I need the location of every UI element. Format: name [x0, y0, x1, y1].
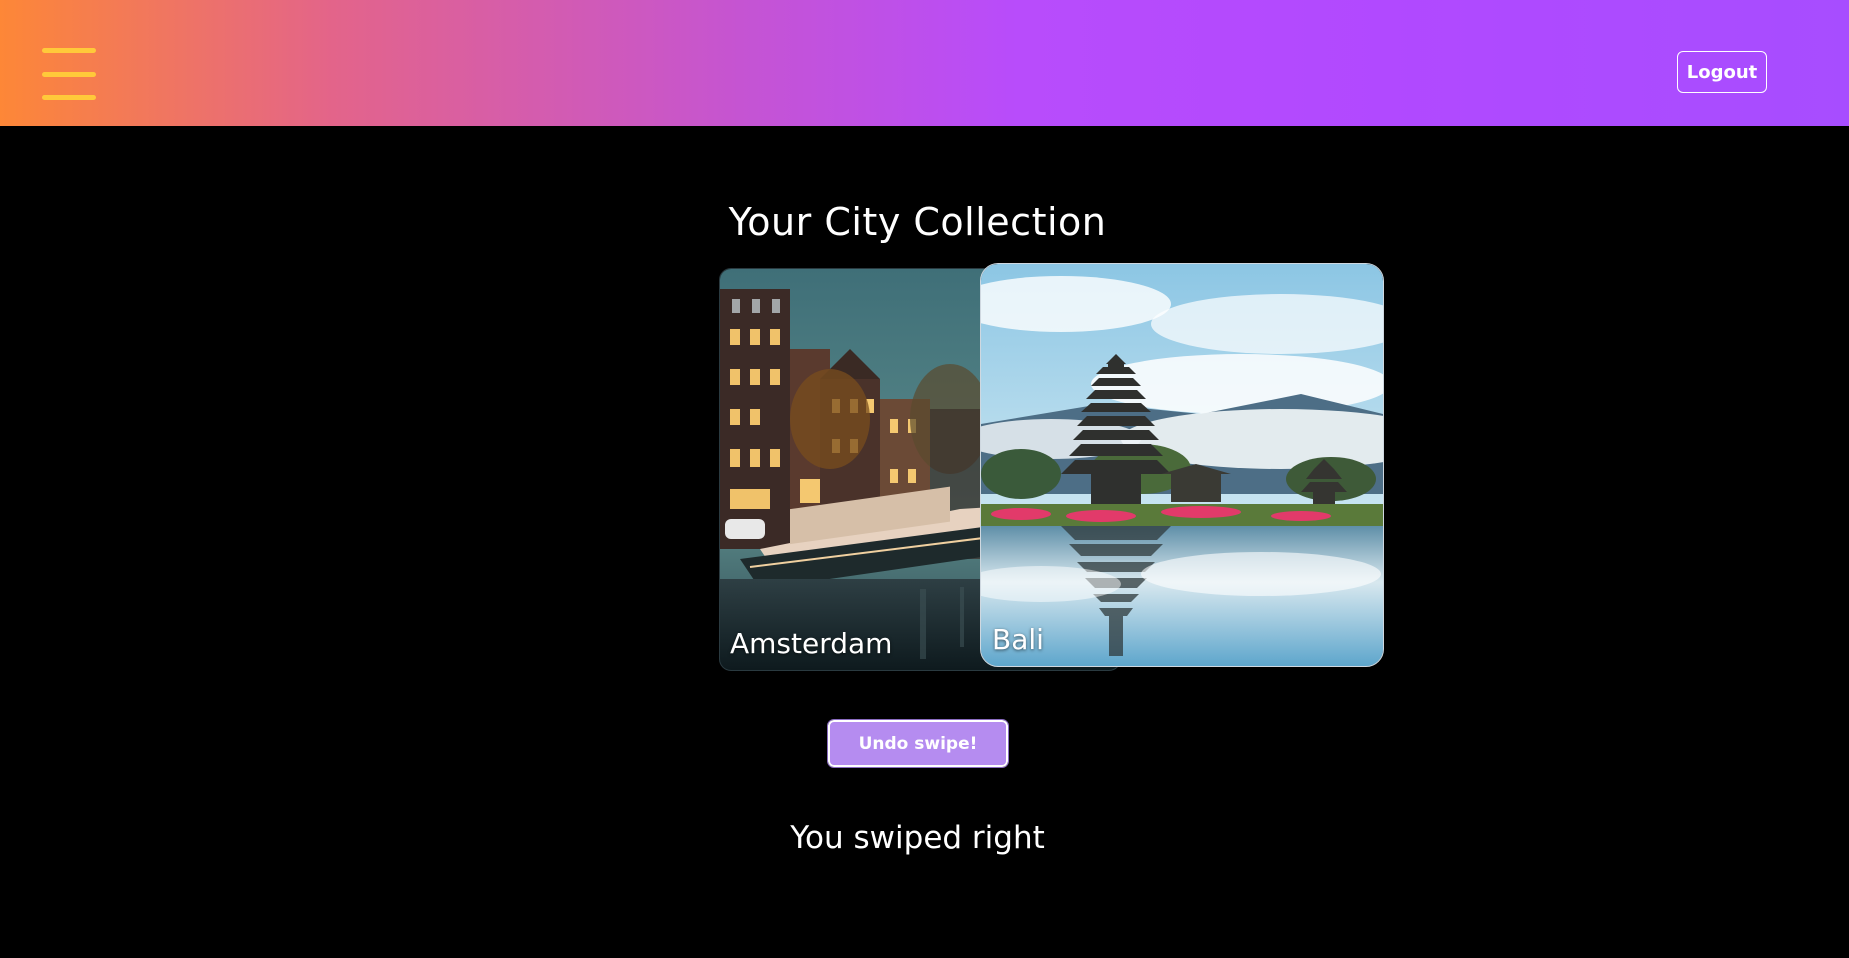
menu-bar [42, 95, 96, 100]
city-name-label: Bali [992, 623, 1044, 656]
bali-temple-photo [981, 264, 1383, 666]
logout-button[interactable]: Logout [1677, 51, 1767, 93]
menu-bar [42, 72, 96, 77]
page-title: Your City Collection [728, 200, 1107, 244]
swipe-status-text: You swiped right [790, 820, 1045, 856]
top-header: Logout [0, 0, 1849, 126]
city-name-label: Amsterdam [730, 627, 893, 660]
undo-swipe-button[interactable]: Undo swipe! [827, 719, 1009, 768]
hamburger-menu-icon[interactable] [42, 48, 96, 100]
menu-bar [42, 48, 96, 53]
city-card-bali[interactable]: Bali [980, 263, 1384, 667]
